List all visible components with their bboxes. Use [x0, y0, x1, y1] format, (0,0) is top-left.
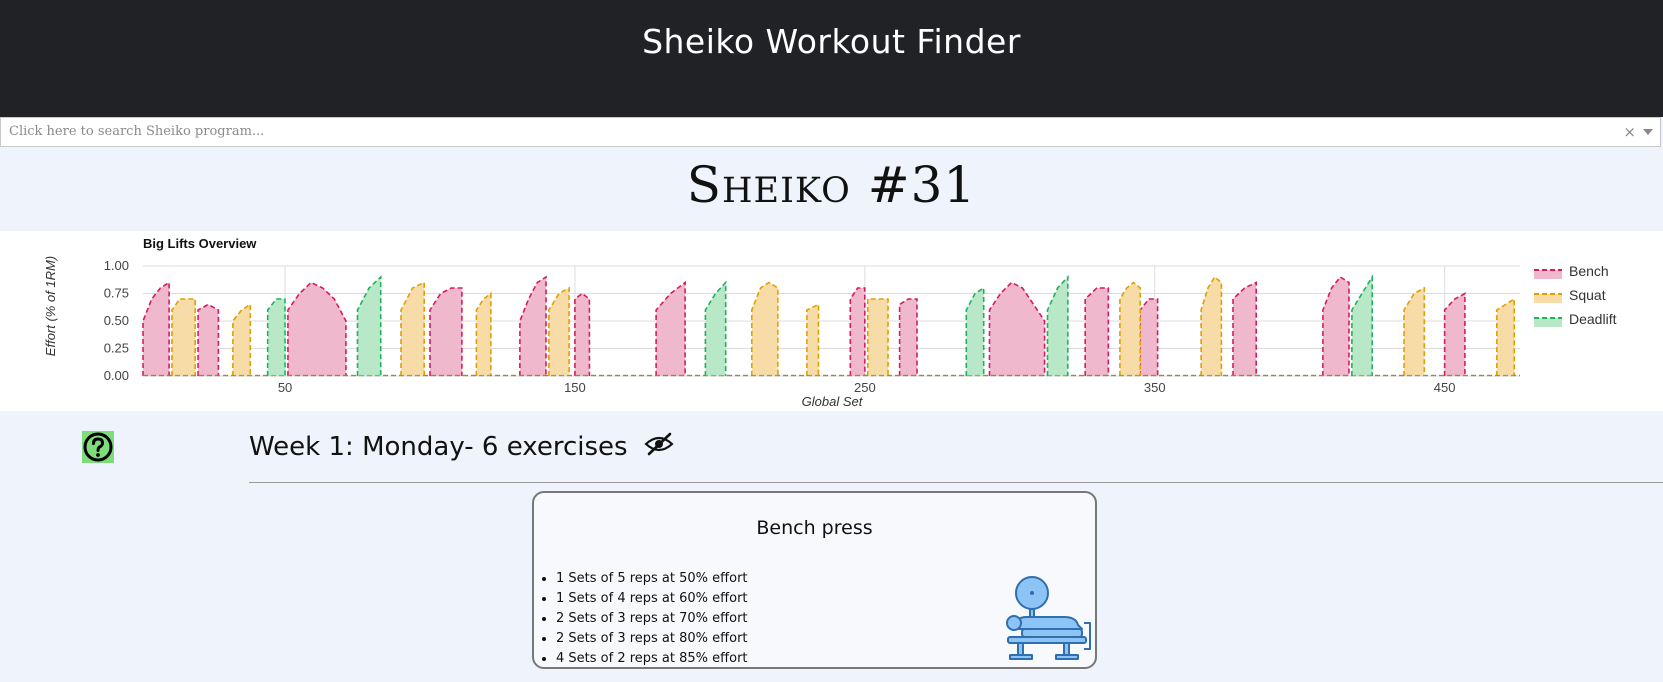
exercise-card: Bench press 1 Sets of 5 reps at 50% effo…	[532, 491, 1097, 669]
bench-area	[1140, 299, 1158, 376]
program-title: Sheiko #31	[686, 156, 977, 214]
search-input[interactable]	[9, 124, 1609, 139]
set-item: 2 Sets of 3 reps at 80% effort	[556, 629, 748, 649]
eye-slash-icon[interactable]	[644, 432, 674, 463]
bench-press-icon	[1006, 576, 1091, 660]
section-divider	[249, 482, 1663, 483]
squat-area	[1119, 282, 1141, 376]
exercise-name: Bench press	[756, 517, 873, 539]
squat-area	[401, 282, 425, 376]
y-tick-label: 0.50	[104, 313, 129, 328]
bench-legend-label: Bench	[1569, 263, 1609, 279]
bench-area	[1444, 293, 1465, 376]
squat-legend-label: Squat	[1569, 287, 1606, 303]
set-item: 4 Sets of 2 reps at 85% effort	[556, 649, 748, 667]
clear-icon[interactable]: ×	[1623, 123, 1636, 141]
bench-area	[1322, 277, 1349, 376]
deadlift-area	[357, 277, 381, 376]
x-tick-label: 350	[1144, 380, 1166, 395]
squat-legend-swatch	[1534, 294, 1562, 303]
x-tick-label: 450	[1434, 380, 1456, 395]
squat-area	[751, 282, 778, 376]
deadlift-area	[267, 299, 286, 376]
set-item: 2 Sets of 3 reps at 70% effort	[556, 609, 748, 629]
x-tick-label: 150	[564, 380, 586, 395]
deadlift-area	[705, 282, 726, 376]
deadlift-legend-label: Deadlift	[1569, 311, 1617, 327]
bench-legend-swatch	[1534, 270, 1562, 279]
set-list: 1 Sets of 5 reps at 50% effort 1 Sets of…	[534, 569, 748, 667]
dropdown-caret-icon[interactable]	[1643, 129, 1653, 135]
app-title: Sheiko Workout Finder	[642, 22, 1021, 61]
bench-area	[143, 282, 170, 376]
squat-area	[1496, 299, 1515, 376]
help-icon[interactable]	[82, 431, 114, 463]
bench-area	[656, 282, 686, 376]
squat-area	[476, 293, 491, 376]
big-lifts-chart-panel: Big Lifts Overview Global Set Effort (% …	[0, 231, 1663, 411]
deadlift-area	[1351, 277, 1373, 376]
bench-area	[574, 293, 590, 376]
y-axis-label: Effort (% of 1RM)	[43, 256, 58, 356]
bench-area	[850, 288, 865, 376]
squat-area	[232, 304, 251, 376]
y-tick-label: 0.75	[104, 286, 129, 301]
squat-area	[867, 299, 889, 376]
day-title: Week 1: Monday- 6 exercises	[249, 432, 628, 462]
chart-title: Big Lifts Overview	[143, 236, 257, 251]
squat-area	[171, 299, 196, 376]
bench-area	[198, 304, 219, 376]
day-heading: Week 1: Monday- 6 exercises	[249, 432, 674, 463]
deadlift-area	[1047, 277, 1068, 376]
x-tick-label: 250	[854, 380, 876, 395]
y-tick-label: 0.00	[104, 368, 129, 383]
deadlift-area	[966, 288, 984, 376]
bench-area	[519, 277, 546, 376]
y-tick-label: 0.25	[104, 341, 129, 356]
squat-area	[1404, 288, 1425, 376]
x-tick-label: 50	[278, 380, 292, 395]
set-item: 1 Sets of 5 reps at 50% effort	[556, 569, 748, 589]
big-lifts-chart: Big Lifts Overview Global Set Effort (% …	[43, 236, 1617, 409]
squat-area	[548, 288, 570, 376]
x-axis-label: Global Set	[802, 394, 864, 409]
program-search[interactable]: ×	[0, 117, 1661, 147]
set-item: 1 Sets of 4 reps at 60% effort	[556, 589, 748, 609]
y-tick-label: 1.00	[104, 258, 129, 273]
squat-area	[1201, 277, 1222, 376]
deadlift-legend-swatch	[1534, 318, 1562, 327]
bench-area	[1085, 288, 1109, 376]
top-bar: Sheiko Workout Finder	[0, 0, 1663, 117]
squat-area	[806, 304, 819, 376]
bench-area	[899, 299, 918, 376]
